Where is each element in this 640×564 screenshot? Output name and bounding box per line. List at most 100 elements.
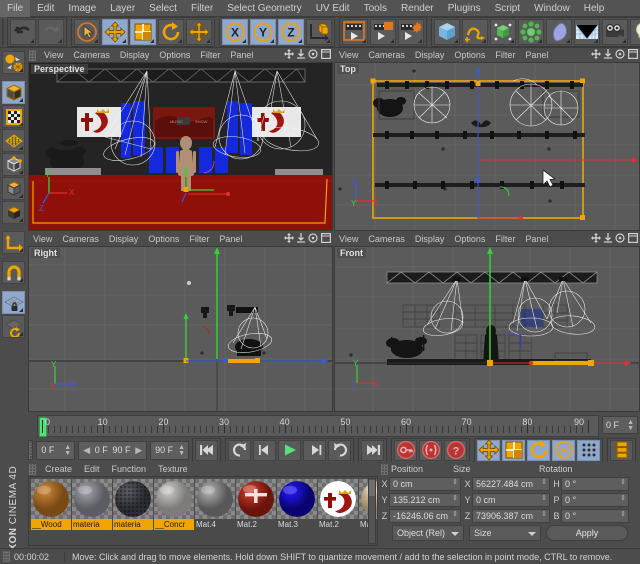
button-options-corner[interactable]	[19, 170, 23, 174]
menu-item-tools[interactable]: Tools	[357, 0, 394, 17]
menu-item-file[interactable]: File	[0, 0, 31, 17]
material-materia-2[interactable]: materia	[113, 479, 153, 543]
viewport-pan-icon[interactable]	[284, 233, 294, 243]
model-mode-button[interactable]	[2, 81, 25, 104]
previous-frame-button[interactable]	[253, 439, 276, 461]
menu-item-plugins[interactable]: Plugins	[441, 0, 488, 17]
points-mode-button[interactable]	[2, 129, 25, 152]
viewport-pan-icon[interactable]	[284, 49, 294, 59]
menu-item-uv-edit[interactable]: UV Edit	[309, 0, 357, 17]
light-button[interactable]	[630, 19, 640, 45]
button-options-corner[interactable]	[122, 39, 126, 43]
stepper-icon[interactable]: ⇕	[452, 495, 458, 502]
material-name[interactable]: Mat.2	[318, 519, 358, 530]
material-mat-2a[interactable]: Mat.2	[236, 479, 276, 543]
material-name[interactable]: Mat.3	[277, 519, 317, 530]
viewport-menu-panel[interactable]: Panel	[520, 50, 553, 60]
lock-z-axis-button[interactable]: Z	[278, 19, 304, 45]
material-name[interactable]: materia	[72, 519, 112, 530]
redo-button[interactable]	[38, 19, 64, 45]
material-name[interactable]: __Concr	[154, 519, 194, 530]
button-options-corner[interactable]	[19, 146, 23, 150]
viewport-menu-options[interactable]: Options	[154, 50, 195, 60]
viewport-maximize-icon[interactable]	[321, 49, 331, 59]
timeline-current-frame-field[interactable]: 0 F ▲ ▼	[602, 416, 638, 434]
viewport-perspective-canvas[interactable]: Perspective MUSIC SHOW Y X Z	[28, 62, 333, 231]
button-options-corner[interactable]	[19, 308, 23, 312]
material-thumbnail[interactable]	[195, 479, 235, 519]
polygons-mode-button[interactable]	[2, 177, 25, 200]
button-options-corner[interactable]	[390, 39, 394, 43]
toolbar-grip[interactable]	[2, 19, 4, 45]
render-settings-button[interactable]	[398, 19, 424, 45]
snap-magnet-button[interactable]	[2, 261, 25, 284]
scene-button[interactable]	[574, 19, 600, 45]
viewport-top[interactable]: View Cameras Display Options Filter Pane…	[334, 48, 640, 231]
button-options-corner[interactable]	[242, 39, 246, 43]
viewport-menu-panel[interactable]: Panel	[225, 50, 258, 60]
viewport-menu-view[interactable]: View	[334, 50, 363, 60]
position-field-1[interactable]: 135.212 cm ⇕	[389, 492, 461, 507]
button-options-corner[interactable]	[622, 39, 626, 43]
keyframe-selection-button[interactable]: ?	[444, 439, 467, 461]
lock-y-axis-button[interactable]: Y	[250, 19, 276, 45]
undo-button[interactable]	[10, 19, 36, 45]
key-parameter-button[interactable]: P	[552, 439, 575, 461]
viewport-menu-filter[interactable]: Filter	[490, 50, 520, 60]
stepper-icon[interactable]: ⇕	[541, 511, 547, 518]
play-button[interactable]	[278, 439, 301, 461]
scale-tool-button[interactable]	[130, 19, 156, 45]
viewport-menu-display[interactable]: Display	[410, 234, 450, 244]
button-options-corner[interactable]	[270, 39, 274, 43]
stepper-icon[interactable]: ⇕	[620, 495, 626, 502]
viewport-menu-view[interactable]: View	[28, 234, 57, 244]
button-options-corner[interactable]	[19, 332, 23, 336]
frame-end-field[interactable]: 90 F ▲ ▼	[150, 440, 189, 460]
viewport-menu-cameras[interactable]: Cameras	[57, 234, 104, 244]
button-options-corner[interactable]	[298, 39, 302, 43]
material-menu-function[interactable]: Function	[106, 464, 153, 474]
render-region-button[interactable]	[370, 19, 396, 45]
make-editable-button[interactable]	[2, 51, 25, 74]
material-menu-texture[interactable]: Texture	[152, 464, 194, 474]
material-thumbnail[interactable]	[154, 479, 194, 519]
viewport-menu-display[interactable]: Display	[410, 50, 450, 60]
play-reverse-loop-button[interactable]	[228, 439, 251, 461]
transport-grip[interactable]	[28, 440, 34, 460]
rotate-tool-button[interactable]	[158, 19, 184, 45]
move-axis-button[interactable]	[186, 19, 212, 45]
workplane-rotate-button[interactable]	[2, 315, 25, 338]
viewport-rotate-icon[interactable]	[308, 49, 318, 59]
material-thumbnail[interactable]	[277, 479, 317, 519]
material-menu-edit[interactable]: Edit	[78, 464, 106, 474]
size-field-0[interactable]: 56227.484 cm ⇕	[472, 476, 550, 491]
viewport-right-canvas[interactable]: Right Y Z X	[28, 246, 333, 412]
viewport-menu-cameras[interactable]: Cameras	[363, 234, 410, 244]
add-cube-button[interactable]	[434, 19, 460, 45]
material-name[interactable]: Mat.2	[236, 519, 276, 530]
viewport-dolly-icon[interactable]	[297, 49, 305, 59]
coord-mode-dropdown[interactable]: Object (Rel)	[392, 525, 464, 541]
viewport-perspective[interactable]: View Cameras Display Options Filter Pane…	[28, 48, 333, 231]
material-name[interactable]: Mat.4	[195, 519, 235, 530]
viewport-menu-options[interactable]: Options	[449, 50, 490, 60]
button-options-corner[interactable]	[19, 278, 23, 282]
menu-item-render[interactable]: Render	[394, 0, 441, 17]
menu-item-layer[interactable]: Layer	[103, 0, 142, 17]
render-view-button[interactable]	[342, 19, 368, 45]
button-options-corner[interactable]	[150, 39, 154, 43]
viewport-menu-filter[interactable]: Filter	[490, 234, 520, 244]
viewport-menu-filter[interactable]: Filter	[184, 234, 214, 244]
viewport-dolly-icon[interactable]	[604, 233, 612, 243]
status-grip[interactable]	[3, 551, 10, 562]
live-selection-button[interactable]	[74, 19, 100, 45]
viewport-menu-display[interactable]: Display	[115, 50, 155, 60]
viewport-maximize-icon[interactable]	[321, 233, 331, 243]
material-list[interactable]: __Wood materia materia __Concr Mat.4 Mat.2 Mat…	[28, 476, 378, 546]
menu-item-select[interactable]: Select	[142, 0, 184, 17]
timeline-ruler[interactable]: 0 10 20 30 40 50 60 70 80 90	[37, 415, 599, 437]
add-spline-button[interactable]	[462, 19, 488, 45]
menu-item-help[interactable]: Help	[577, 0, 612, 17]
stepper-icon[interactable]: ⇕	[452, 511, 458, 518]
viewport-front-canvas[interactable]: Front Y X Z	[334, 246, 640, 412]
